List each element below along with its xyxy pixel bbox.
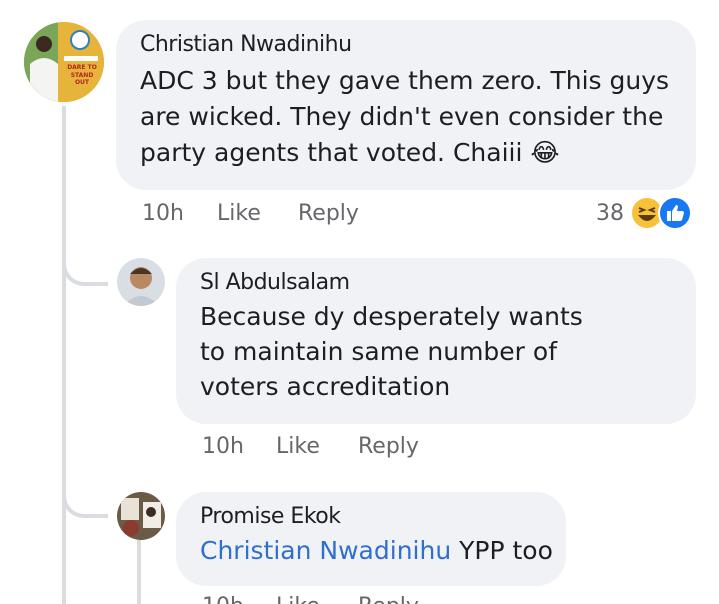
avatar[interactable]: DARE TO STAND OUT (24, 22, 104, 102)
reply-author[interactable]: Sl Abdulsalam (200, 270, 350, 295)
comment-text: ADC 3 but they gave them zero. This guys… (140, 66, 670, 167)
avatar-image (24, 22, 104, 102)
nested-thread-line (137, 540, 141, 604)
avatar-label: DARE TO (67, 64, 97, 71)
mention-link[interactable]: Christian Nwadinihu (200, 536, 451, 565)
reply-text-body: YPP too (451, 536, 553, 565)
avatar-image (117, 492, 165, 540)
like-button[interactable]: Like (276, 594, 320, 604)
reply-button[interactable]: Reply (298, 201, 359, 226)
reply-connector (62, 472, 108, 518)
reply-author[interactable]: Promise Ekok (200, 504, 341, 529)
avatar-label: STAND OUT (70, 72, 94, 86)
reaction-count: 38 (596, 200, 624, 226)
comment-time: 10h (142, 201, 184, 226)
reply-button[interactable]: Reply (358, 434, 419, 459)
like-button[interactable]: Like (276, 434, 320, 459)
like-reaction-icon (658, 196, 692, 230)
reply-time: 10h (202, 594, 244, 604)
avatar-image (117, 258, 165, 306)
thread-line (62, 106, 66, 604)
reply-time: 10h (202, 434, 244, 459)
reply-connector (62, 240, 108, 286)
reply-button[interactable]: Reply (358, 594, 419, 604)
reply-text: Because dy desperately wants to maintain… (200, 302, 583, 401)
like-button[interactable]: Like (217, 201, 261, 226)
avatar[interactable] (117, 258, 165, 306)
reaction-summary[interactable]: 38 (596, 196, 692, 230)
comment-thread: DARE TO STAND OUT Christian Nwadinihu AD… (0, 0, 719, 604)
avatar[interactable] (117, 492, 165, 540)
comment-author[interactable]: Christian Nwadinihu (140, 32, 352, 57)
reply-text: Christian Nwadinihu YPP too (200, 533, 560, 569)
